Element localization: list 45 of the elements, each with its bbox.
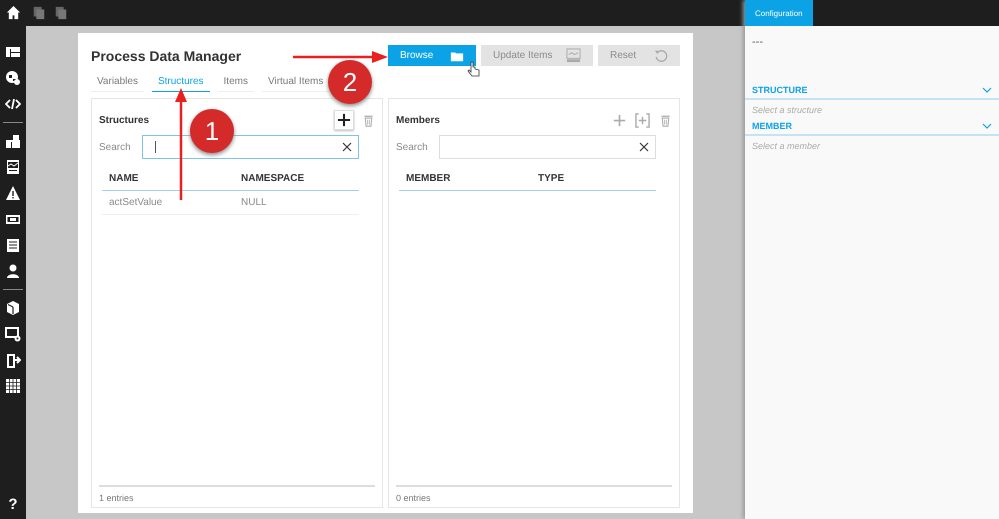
copy-icon[interactable]	[54, 6, 68, 20]
configuration-value: ---	[751, 35, 764, 50]
column-header: TYPE	[538, 173, 566, 184]
column-header: NAMESPACE	[241, 173, 306, 184]
clear-icon[interactable]	[342, 142, 352, 152]
help-icon[interactable]: ?	[8, 496, 18, 513]
layout-icon[interactable]	[5, 44, 21, 60]
table-cell-text: actSetValue	[109, 197, 164, 208]
table-cell-text: NULL	[241, 197, 268, 208]
chevron-down-icon	[982, 87, 992, 93]
search-label: Search	[396, 142, 429, 152]
home-icon[interactable]	[6, 5, 20, 20]
column-header: MEMBER	[406, 173, 452, 184]
cube-icon[interactable]	[5, 300, 21, 316]
select-placeholder[interactable]: Select a member	[745, 136, 999, 154]
tab[interactable]: Variables	[91, 72, 144, 92]
monitor-gear-icon[interactable]	[5, 326, 21, 342]
section-header[interactable]: MEMBER	[745, 118, 999, 136]
browse-button[interactable]: Browse	[388, 45, 476, 66]
warning-icon[interactable]	[5, 185, 21, 201]
grid-icon[interactable]	[5, 378, 21, 394]
panel-title: Structures	[99, 114, 150, 126]
section-header[interactable]: STRUCTURE	[745, 82, 999, 100]
search-label: Search	[99, 142, 132, 152]
code-icon[interactable]	[5, 96, 21, 112]
configuration-tab[interactable]: Configuration	[745, 0, 813, 26]
export-icon[interactable]	[5, 352, 21, 368]
globe-icon[interactable]	[5, 70, 21, 86]
entries-count: 0 entries	[396, 493, 431, 503]
column-header: NAME	[109, 173, 140, 184]
entries-count: 1 entries	[99, 493, 134, 503]
chart-monitor-icon[interactable]	[5, 159, 21, 175]
clear-icon[interactable]	[639, 142, 649, 152]
machine-icon[interactable]	[5, 133, 21, 149]
chevron-down-icon	[982, 123, 992, 129]
cursor-hand-icon	[467, 62, 480, 76]
search-field[interactable]	[439, 135, 656, 159]
add-button[interactable]	[334, 110, 354, 130]
document-icon[interactable]	[5, 237, 21, 253]
page-title: Process Data Manager	[91, 48, 242, 64]
copy-icon[interactable]	[32, 6, 46, 20]
tab[interactable]: Items	[218, 72, 254, 92]
user-icon[interactable]	[5, 263, 21, 279]
panel-title: Members	[396, 114, 441, 126]
select-placeholder[interactable]: Select a structure	[745, 100, 999, 118]
